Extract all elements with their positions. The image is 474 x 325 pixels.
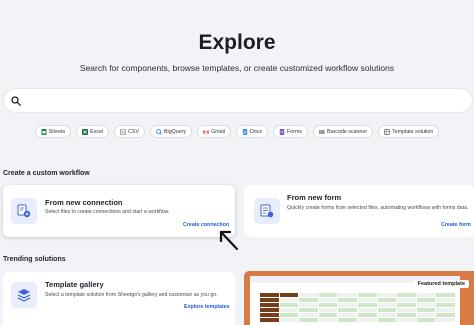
- chip-csv[interactable]: CSV: [114, 125, 146, 138]
- chip-excel[interactable]: Excel: [76, 125, 110, 138]
- barcode-icon: [319, 129, 325, 134]
- chip-label: Template solution: [392, 128, 434, 135]
- search-input[interactable]: [27, 96, 457, 105]
- preview-grid: [260, 293, 456, 325]
- layers-icon: [11, 282, 37, 308]
- mouse-pointer-icon: [219, 230, 239, 251]
- connection-icon: [11, 198, 37, 224]
- template-icon: [384, 128, 390, 135]
- chip-label: BigQuery: [164, 128, 187, 135]
- forms-icon: [279, 128, 285, 135]
- section-heading-trending: Trending solutions: [3, 256, 66, 263]
- chip-bigquery[interactable]: BigQuery: [150, 125, 193, 138]
- search-bar[interactable]: [4, 89, 472, 112]
- gmail-icon: [203, 129, 209, 134]
- csv-icon: [120, 128, 126, 135]
- card-title: Template gallery: [45, 280, 104, 289]
- page-subtitle: Search for components, browse templates,…: [79, 63, 395, 73]
- chip-label: CSV: [128, 128, 140, 135]
- card-description: Select a template solution from Sheetgo'…: [45, 292, 218, 298]
- featured-template-card[interactable]: Featured template: [244, 271, 474, 325]
- card-title: From new form: [287, 193, 342, 202]
- card-new-connection[interactable]: From new connection Select files to crea…: [3, 185, 235, 237]
- chip-label: Excel: [90, 128, 104, 135]
- chip-label: Barcode scanner: [327, 128, 368, 135]
- excel-icon: [82, 128, 89, 135]
- section-heading-custom-workflow: Create a custom workflow: [3, 170, 90, 177]
- bigquery-icon: [156, 128, 162, 135]
- sheets-icon: [41, 128, 47, 135]
- form-icon: [254, 198, 280, 224]
- chip-gmail[interactable]: Gmail: [197, 125, 231, 138]
- card-template-gallery[interactable]: Template gallery Select a template solut…: [3, 272, 235, 325]
- chip-label: Gmail: [211, 128, 225, 135]
- search-icon: [11, 95, 21, 106]
- chip-docs[interactable]: Docs: [235, 125, 269, 138]
- filter-chips: Sheets Excel CSV BigQuery Gmail Docs For…: [0, 125, 474, 138]
- chip-sheets[interactable]: Sheets: [34, 125, 72, 138]
- chip-label: Docs: [249, 128, 263, 135]
- chip-label: Sheets: [48, 128, 66, 135]
- card-description: Select files to create connections and s…: [45, 209, 170, 215]
- docs-icon: [242, 128, 248, 135]
- explore-templates-link[interactable]: Explore templates: [184, 304, 230, 310]
- chip-template-solution[interactable]: Template solution: [378, 125, 440, 138]
- chip-label: Forms: [287, 128, 303, 135]
- create-form-link[interactable]: Create form: [441, 222, 471, 228]
- card-description: Quickly create forms from selected files…: [287, 205, 469, 211]
- chip-barcode-scanner[interactable]: Barcode scanner: [313, 125, 374, 138]
- featured-badge: Featured template: [413, 280, 469, 288]
- explore-page: Explore Search for components, browse te…: [0, 0, 474, 325]
- create-connection-link[interactable]: Create connection: [183, 222, 229, 228]
- chip-forms[interactable]: Forms: [273, 125, 309, 138]
- page-title: Explore: [198, 31, 276, 54]
- card-title: From new connection: [45, 198, 123, 207]
- card-new-form[interactable]: From new form Quickly create forms from …: [244, 185, 474, 237]
